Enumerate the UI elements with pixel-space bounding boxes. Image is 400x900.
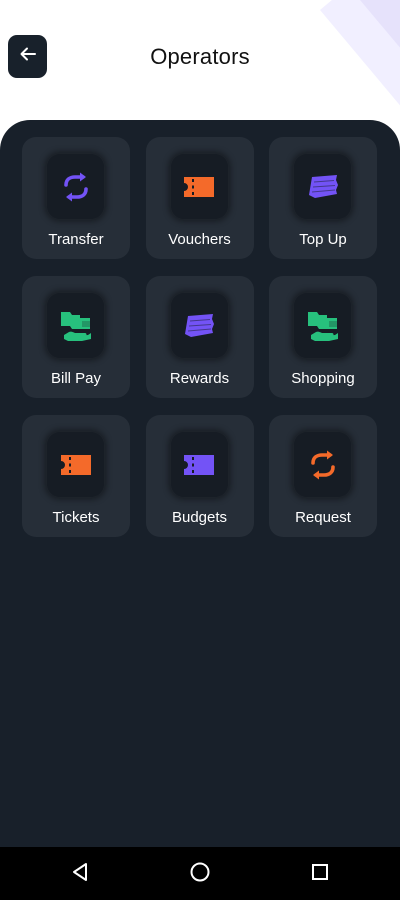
- icon-container: [46, 292, 105, 359]
- tile-label: Shopping: [291, 370, 355, 387]
- operators-panel: Transfer Vouchers Top Up Bill Pay Rewards Sho…: [0, 120, 400, 847]
- icon-container: [293, 153, 352, 220]
- tile-label: Budgets: [171, 509, 228, 526]
- system-nav-bar: [0, 847, 400, 900]
- nav-recents-icon: [310, 862, 330, 887]
- operator-tile-transfer[interactable]: Transfer: [22, 137, 130, 259]
- icon-container: [46, 431, 105, 498]
- operator-tile-shopping[interactable]: Shopping: [269, 276, 377, 398]
- tile-label: Transfer: [48, 231, 104, 248]
- screen: Operators Transfer Vouchers Top Up Bill Pay…: [0, 0, 400, 900]
- ticket-icon: [182, 452, 216, 478]
- nav-recents-button[interactable]: [307, 861, 333, 887]
- ticket-icon: [59, 452, 93, 478]
- ticket-icon: [182, 174, 216, 200]
- icon-container: [169, 153, 229, 220]
- icon-container: [46, 153, 105, 220]
- operator-tile-tickets[interactable]: Tickets: [22, 415, 130, 537]
- transfer-arrows-icon: [59, 170, 93, 204]
- tile-label: Request: [295, 509, 351, 526]
- nav-back-icon: [70, 862, 90, 887]
- tile-label: Tickets: [52, 509, 100, 526]
- nav-home-button[interactable]: [187, 861, 213, 887]
- cash-stack-icon: [182, 312, 216, 340]
- hand-cash-icon: [58, 309, 94, 343]
- nav-home-icon: [189, 861, 211, 888]
- tile-label: Bill Pay: [50, 370, 102, 387]
- icon-container: [293, 292, 352, 359]
- transfer-arrows-icon: [306, 448, 340, 482]
- operators-grid: Transfer Vouchers Top Up Bill Pay Rewards Sho…: [22, 137, 377, 537]
- operator-tile-budgets[interactable]: Budgets: [145, 415, 254, 537]
- operator-tile-bill-pay[interactable]: Bill Pay: [22, 276, 130, 398]
- icon-container: [293, 431, 352, 498]
- operator-tile-vouchers[interactable]: Vouchers: [145, 137, 254, 259]
- icon-container: [169, 431, 229, 498]
- tile-label: Vouchers: [168, 231, 231, 248]
- operator-tile-top-up[interactable]: Top Up: [269, 137, 377, 259]
- hand-cash-icon: [305, 309, 341, 343]
- header: Operators: [0, 0, 400, 115]
- cash-stack-icon: [306, 173, 340, 201]
- icon-container: [169, 292, 229, 359]
- page-title: Operators: [150, 44, 250, 69]
- nav-back-button[interactable]: [67, 861, 93, 887]
- tile-label: Top Up: [299, 231, 347, 248]
- tile-label: Rewards: [169, 370, 230, 387]
- operator-tile-request[interactable]: Request: [269, 415, 377, 537]
- operator-tile-rewards[interactable]: Rewards: [145, 276, 254, 398]
